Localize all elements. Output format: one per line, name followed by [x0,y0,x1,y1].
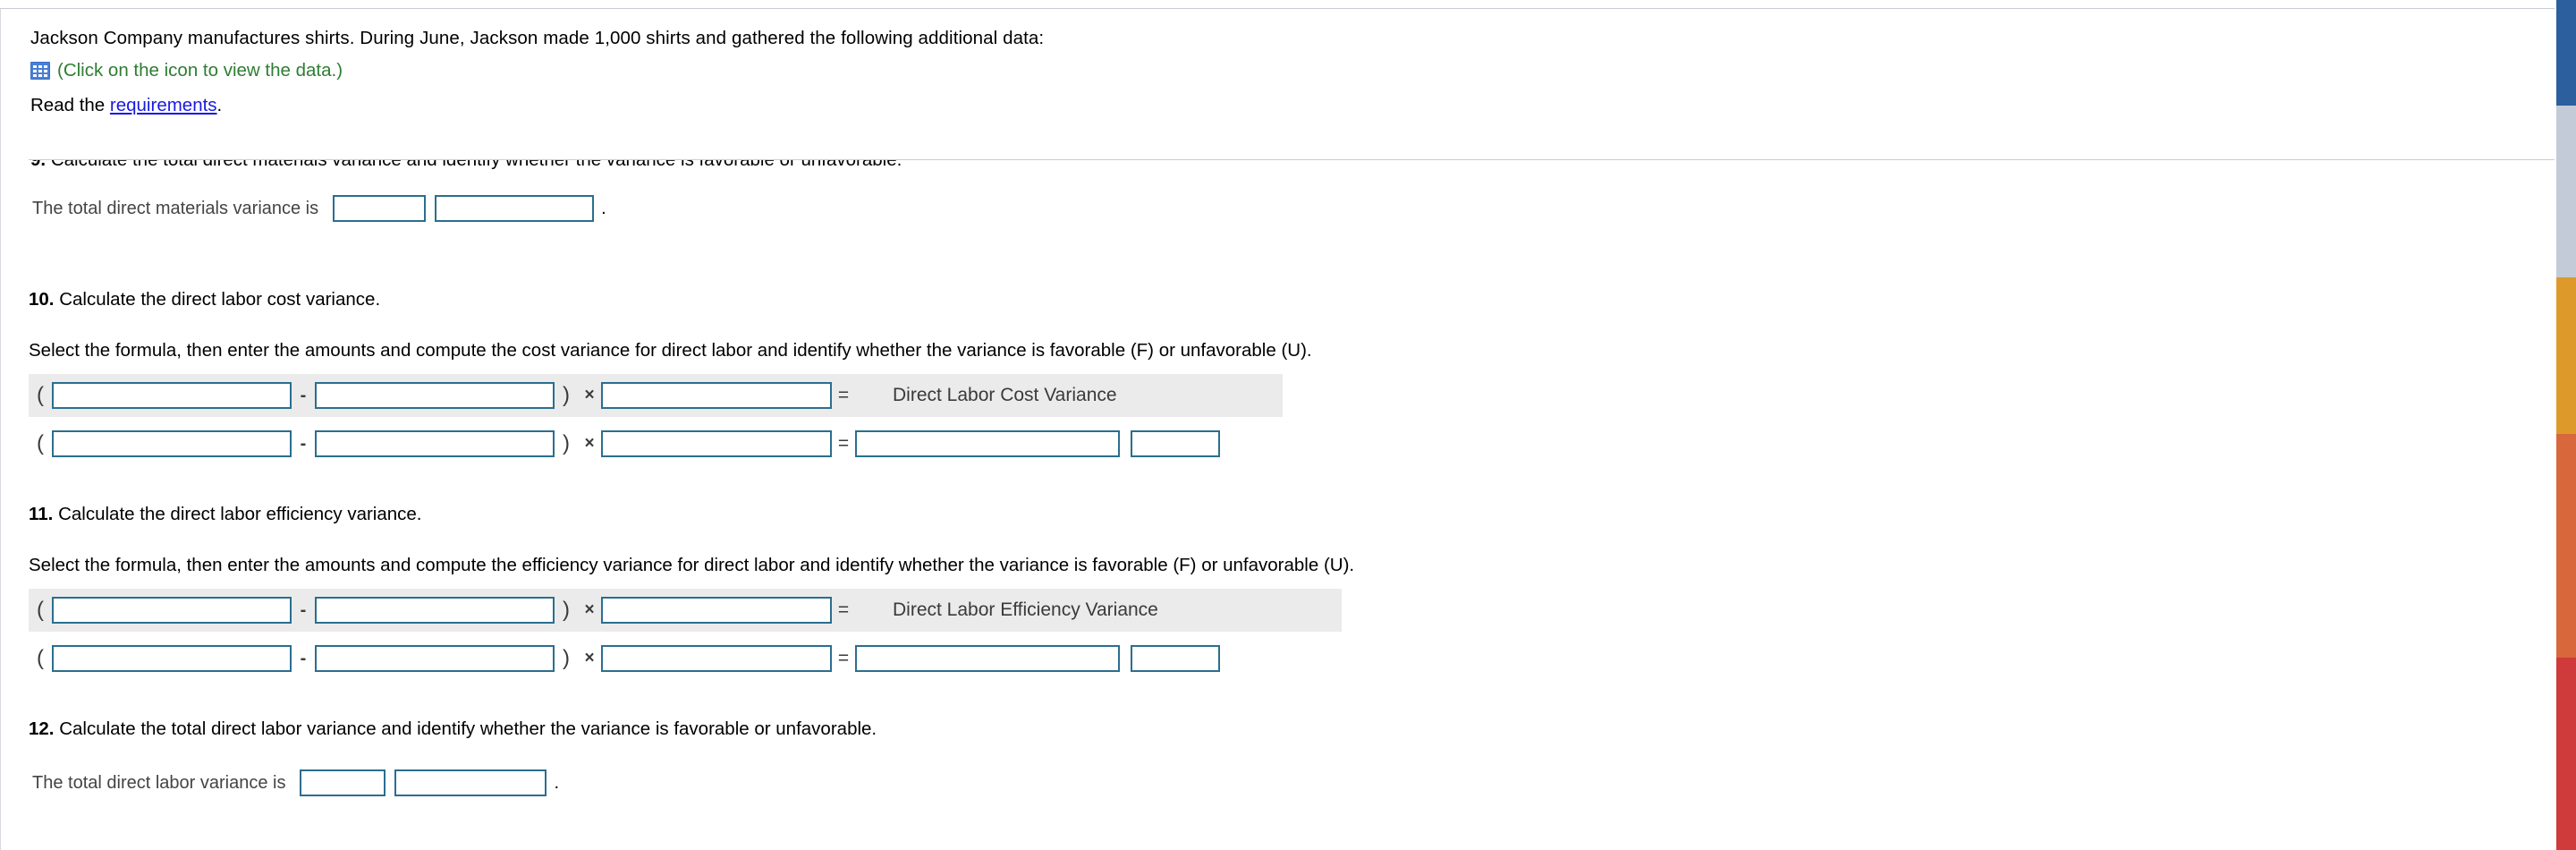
question-11: 11. Calculate the direct labor efficienc… [0,503,2555,680]
view-data-link[interactable]: (Click on the icon to view the data.) [57,60,343,81]
question-11-instruction: Select the formula, then enter the amoun… [29,555,1355,575]
q11-row1-minus-operator: - [300,599,307,620]
question-10-text: Calculate the direct labor cost variance… [59,289,381,310]
q11-result-label: Direct Labor Efficiency Variance [893,599,1158,620]
q11-row2-open-paren: ( [37,646,44,670]
q12-favorable-unfavorable-input[interactable] [394,769,547,796]
q10-row2-open-paren: ( [37,431,44,455]
question-11-heading: 11. Calculate the direct labor efficienc… [29,503,2555,526]
q10-row1-field-a[interactable] [52,382,292,409]
q10-row1-field-c[interactable] [601,382,832,409]
q11-row1-open-paren: ( [37,598,44,622]
q10-formula-row-2: ( - ) × = [29,422,2555,465]
read-requirements-line: Read the requirements. [30,94,2517,117]
q10-row2-result-input[interactable] [855,430,1120,457]
document-minimap-scrollbar[interactable] [2556,0,2576,850]
q11-row2-favorable-unfavorable-input[interactable] [1131,645,1220,672]
q10-row1-close-paren: ) [563,383,570,407]
q10-row2-minus-operator: - [300,433,307,454]
q10-row1-field-b[interactable] [315,382,555,409]
spreadsheet-grid-icon[interactable] [30,62,50,80]
top-divider [0,8,2555,9]
minimap-segment-3[interactable] [2556,434,2576,658]
q11-formula-row-2: ( - ) × = [29,637,2555,680]
q10-row2-times-operator: × [584,434,595,453]
q10-row1-minus-operator: - [300,385,307,405]
q10-result-label: Direct Labor Cost Variance [893,385,1117,405]
q11-row1-times-operator: × [584,600,595,619]
question-11-number: 11. [29,504,54,524]
question-9-text: Calculate the total direct materials var… [51,160,902,170]
question-12-answer-row: The total direct labor variance is . [32,769,2555,796]
q10-row1-open-paren: ( [37,383,44,407]
question-12: 12. Calculate the total direct labor var… [0,718,2555,796]
question-10-number: 10. [29,289,55,310]
requirements-link[interactable]: requirements [110,95,217,115]
read-prefix: Read the [30,95,110,115]
q10-row2-field-c[interactable] [601,430,832,457]
q11-row2-times-operator: × [584,649,595,667]
minimap-segment-2[interactable] [2556,277,2576,434]
q10-row1-times-operator: × [584,386,595,404]
q11-row1-equals-operator: = [837,599,850,620]
question-9-answer-row: The total direct materials variance is . [32,195,2555,222]
q10-row2-favorable-unfavorable-input[interactable] [1131,430,1220,457]
q11-row2-result-input[interactable] [855,645,1120,672]
minimap-segment-1[interactable] [2556,106,2576,277]
question-12-answer-label: The total direct labor variance is [32,772,286,793]
q11-row2-field-a[interactable] [52,645,292,672]
q9-favorable-unfavorable-input[interactable] [435,195,595,222]
question-12-period: . [554,772,560,793]
q11-row1-close-paren: ) [563,598,570,622]
minimap-segment-4[interactable] [2556,658,2576,850]
q10-row2-close-paren: ) [563,431,570,455]
question-page: Jackson Company manufactures shirts. Dur… [0,0,2576,850]
q10-row2-equals-operator: = [837,433,850,454]
questions-scroll-area[interactable]: 9. Calculate the total direct materials … [0,160,2555,850]
question-10-heading: 10. Calculate the direct labor cost vari… [29,288,2555,311]
q10-formula-row-1: ( - ) × = Direct Labor Cost Variance [29,374,1283,417]
question-9: 9. Calculate the total direct materials … [0,160,2555,222]
problem-intro: Jackson Company manufactures shirts. Dur… [30,27,2517,117]
q10-row2-field-b[interactable] [315,430,555,457]
q9-amount-input[interactable] [333,195,427,222]
question-10: 10. Calculate the direct labor cost vari… [0,288,2555,465]
q11-row2-equals-operator: = [837,648,850,668]
q11-row1-field-c[interactable] [601,597,832,624]
question-12-text: Calculate the total direct labor varianc… [59,718,877,739]
q12-amount-input[interactable] [300,769,386,796]
question-9-answer-label: The total direct materials variance is [32,198,319,218]
q11-row2-field-c[interactable] [601,645,832,672]
question-9-period: . [601,198,606,218]
q11-row1-field-b[interactable] [315,597,555,624]
question-12-number: 12. [29,718,55,739]
question-9-number: 9. [30,160,46,170]
q10-row2-field-a[interactable] [52,430,292,457]
q10-row1-equals-operator: = [837,385,850,405]
minimap-segment-0[interactable] [2556,0,2576,106]
view-data-row[interactable]: (Click on the icon to view the data.) [30,60,2517,81]
q11-row1-field-a[interactable] [52,597,292,624]
q11-row2-minus-operator: - [300,648,307,668]
question-11-text: Calculate the direct labor efficiency va… [58,504,422,524]
q11-row2-close-paren: ) [563,646,570,670]
q11-formula-row-1: ( - ) × = Direct Labor Efficiency Varian… [29,589,1342,632]
q11-row2-field-b[interactable] [315,645,555,672]
read-suffix: . [216,95,223,115]
question-9-heading: 9. Calculate the total direct materials … [30,160,2555,172]
question-12-heading: 12. Calculate the total direct labor var… [29,718,2555,741]
intro-sentence: Jackson Company manufactures shirts. Dur… [30,28,1045,48]
question-10-instruction: Select the formula, then enter the amoun… [29,340,1312,361]
